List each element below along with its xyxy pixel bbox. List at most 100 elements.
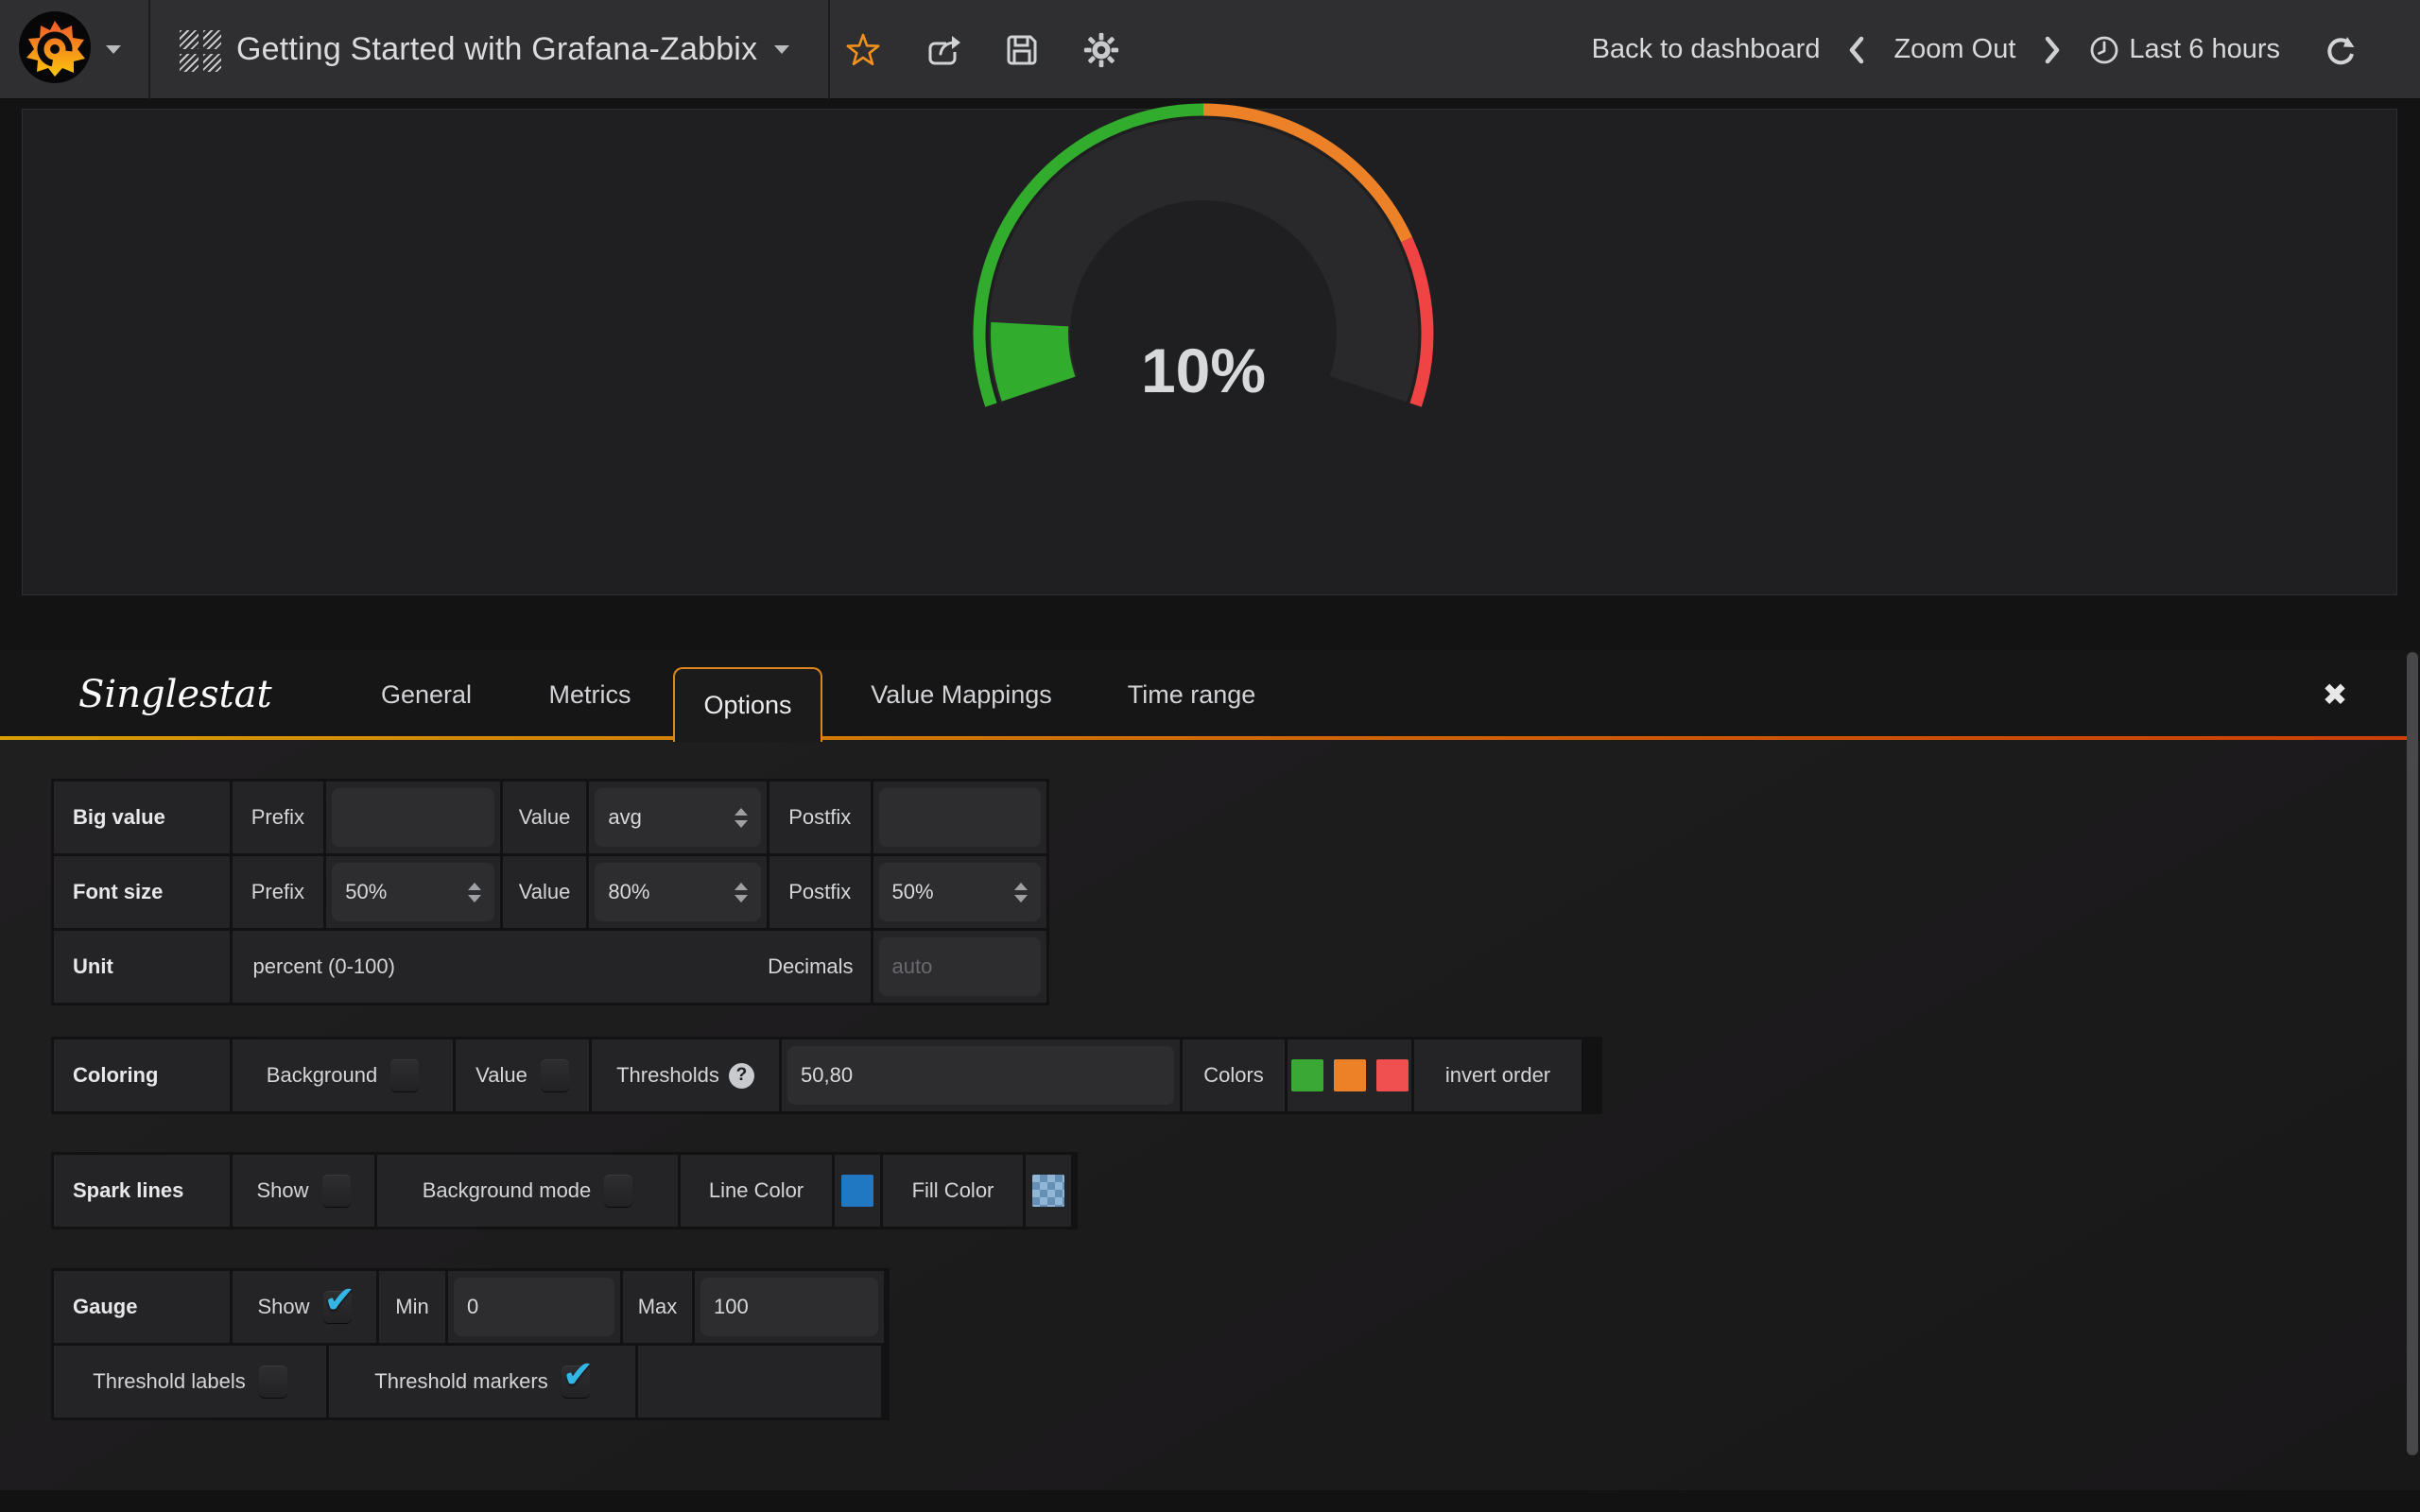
- postfix-label: Postfix: [769, 856, 871, 928]
- select-stepper-icon: [468, 883, 481, 902]
- gauge-panel: CPU user time 10%: [22, 109, 2397, 595]
- gauge-show-label: Show: [257, 1295, 309, 1319]
- prefix-size-selected: 50%: [345, 880, 387, 904]
- postfix-label: Postfix: [769, 782, 871, 853]
- options-table-sparklines: Spark lines Show Background mode Line Co…: [51, 1152, 1078, 1229]
- threshold-markers-label: Threshold markers: [374, 1369, 547, 1394]
- max-label: Max: [623, 1271, 692, 1343]
- gauge-label: Gauge: [54, 1271, 230, 1343]
- select-stepper-icon: [735, 883, 748, 902]
- checkmark-icon: ✔: [562, 1354, 595, 1396]
- invert-order-button[interactable]: invert order: [1445, 1063, 1550, 1088]
- logo-dropdown-caret-icon: [106, 45, 121, 54]
- top-navbar: Getting Started with Grafana-Zabbix: [0, 0, 2420, 99]
- title-dropdown-caret-icon: [774, 45, 789, 54]
- min-label: Min: [379, 1271, 445, 1343]
- select-stepper-icon: [735, 808, 748, 828]
- panel-type-title: Singlestat: [78, 650, 272, 739]
- threshold-color-swatch-orange[interactable]: [1334, 1059, 1366, 1091]
- threshold-labels-checkbox[interactable]: [259, 1366, 287, 1398]
- threshold-markers-checkbox[interactable]: ✔: [562, 1366, 590, 1398]
- back-to-dashboard-button[interactable]: Back to dashboard: [1592, 34, 1821, 65]
- value-coloring-checkbox[interactable]: [541, 1059, 569, 1091]
- thresholds-input[interactable]: [787, 1046, 1174, 1105]
- prefix-font-size-select[interactable]: 50%: [332, 863, 493, 921]
- refresh-icon[interactable]: [2322, 31, 2360, 69]
- sparkline-show-checkbox[interactable]: [322, 1175, 351, 1207]
- empty-cell: [638, 1346, 881, 1418]
- tab-options[interactable]: Options: [673, 667, 822, 742]
- time-shift-right-button[interactable]: [2044, 36, 2061, 64]
- big-value-label: Big value: [54, 782, 230, 853]
- line-color-swatch[interactable]: [841, 1175, 873, 1207]
- thresholds-help-icon[interactable]: ?: [729, 1063, 754, 1089]
- options-table-values: Big value Prefix Value avg Postfix Font …: [51, 779, 1049, 1005]
- gauge-min-input[interactable]: [454, 1278, 614, 1336]
- tab-metrics[interactable]: Metrics: [535, 650, 645, 739]
- gauge-visualization: 10%: [958, 97, 1449, 589]
- coloring-label: Coloring: [54, 1040, 230, 1111]
- sparkline-show-label: Show: [256, 1178, 308, 1203]
- colors-label: Colors: [1183, 1040, 1285, 1111]
- value-size-selected: 80%: [608, 880, 649, 904]
- spark-lines-label: Spark lines: [54, 1155, 230, 1227]
- background-mode-label: Background mode: [423, 1178, 592, 1203]
- prefix-label: Prefix: [233, 856, 324, 928]
- gauge-value-text: 10%: [1141, 335, 1266, 405]
- gauge-show-checkbox[interactable]: ✔: [323, 1291, 352, 1323]
- save-icon[interactable]: [1003, 31, 1041, 69]
- grafana-logo-menu[interactable]: [17, 8, 140, 92]
- navbar-separator: [148, 0, 150, 99]
- prefix-label: Prefix: [233, 782, 324, 853]
- fill-color-swatch[interactable]: [1032, 1175, 1064, 1207]
- navbar-right-controls: Back to dashboard Zoom Out Last 6 hours: [1592, 0, 2360, 99]
- star-icon[interactable]: [844, 31, 882, 69]
- scrollbar-thumb[interactable]: [2407, 652, 2418, 1455]
- settings-gear-icon[interactable]: [1082, 31, 1120, 69]
- tab-general[interactable]: General: [374, 650, 478, 739]
- time-shift-left-button[interactable]: [1848, 36, 1865, 64]
- clock-icon: [2089, 35, 2119, 65]
- postfix-font-size-select[interactable]: 50%: [879, 863, 1041, 921]
- decimals-input[interactable]: [879, 937, 1041, 996]
- time-picker-button[interactable]: Last 6 hours: [2089, 34, 2280, 65]
- dashboard-title: Getting Started with Grafana-Zabbix: [236, 31, 757, 68]
- decimals-label: Decimals: [768, 954, 870, 979]
- big-value-postfix-input[interactable]: [879, 788, 1041, 847]
- tab-value-mappings[interactable]: Value Mappings: [862, 650, 1061, 739]
- tab-time-range[interactable]: Time range: [1123, 650, 1260, 739]
- threshold-color-swatch-green[interactable]: [1291, 1059, 1323, 1091]
- close-editor-icon[interactable]: ✖: [2307, 650, 2363, 739]
- options-table-coloring: Coloring Background Value Thresholds ? C…: [51, 1037, 1602, 1114]
- background-coloring-label: Background: [267, 1063, 377, 1088]
- time-range-label: Last 6 hours: [2129, 34, 2280, 65]
- big-value-prefix-input[interactable]: [332, 788, 493, 847]
- share-icon[interactable]: [924, 31, 961, 69]
- value-coloring-label: Value: [475, 1063, 527, 1088]
- dashboard-icon: [180, 30, 221, 72]
- value-function-selected: avg: [608, 805, 641, 830]
- page-bottom: [0, 1490, 2420, 1512]
- background-coloring-checkbox[interactable]: [390, 1059, 419, 1091]
- fill-color-label: Fill Color: [883, 1155, 1023, 1227]
- threshold-labels-label: Threshold labels: [93, 1369, 245, 1394]
- font-size-label: Font size: [54, 856, 230, 928]
- gauge-value-wedge: [1029, 324, 1039, 389]
- gauge-max-input[interactable]: [700, 1278, 878, 1336]
- value-font-size-select[interactable]: 80%: [595, 863, 760, 921]
- unit-label: Unit: [54, 931, 230, 1003]
- zoom-out-button[interactable]: Zoom Out: [1893, 34, 2015, 65]
- value-label: Value: [503, 856, 587, 928]
- grafana-logo-icon: [17, 9, 93, 90]
- checkmark-icon: ✔: [324, 1280, 356, 1321]
- select-stepper-icon: [1014, 883, 1028, 902]
- thresholds-label: Thresholds: [616, 1063, 719, 1088]
- big-value-function-select[interactable]: avg: [595, 788, 760, 847]
- dashboard-title-dropdown[interactable]: Getting Started with Grafana-Zabbix: [236, 0, 789, 99]
- navbar-separator: [828, 0, 830, 99]
- navbar-actions: [844, 0, 1120, 99]
- unit-select[interactable]: percent (0-100): [233, 954, 395, 979]
- line-color-label: Line Color: [681, 1155, 832, 1227]
- background-mode-checkbox[interactable]: [604, 1175, 632, 1207]
- threshold-color-swatch-red[interactable]: [1376, 1059, 1409, 1091]
